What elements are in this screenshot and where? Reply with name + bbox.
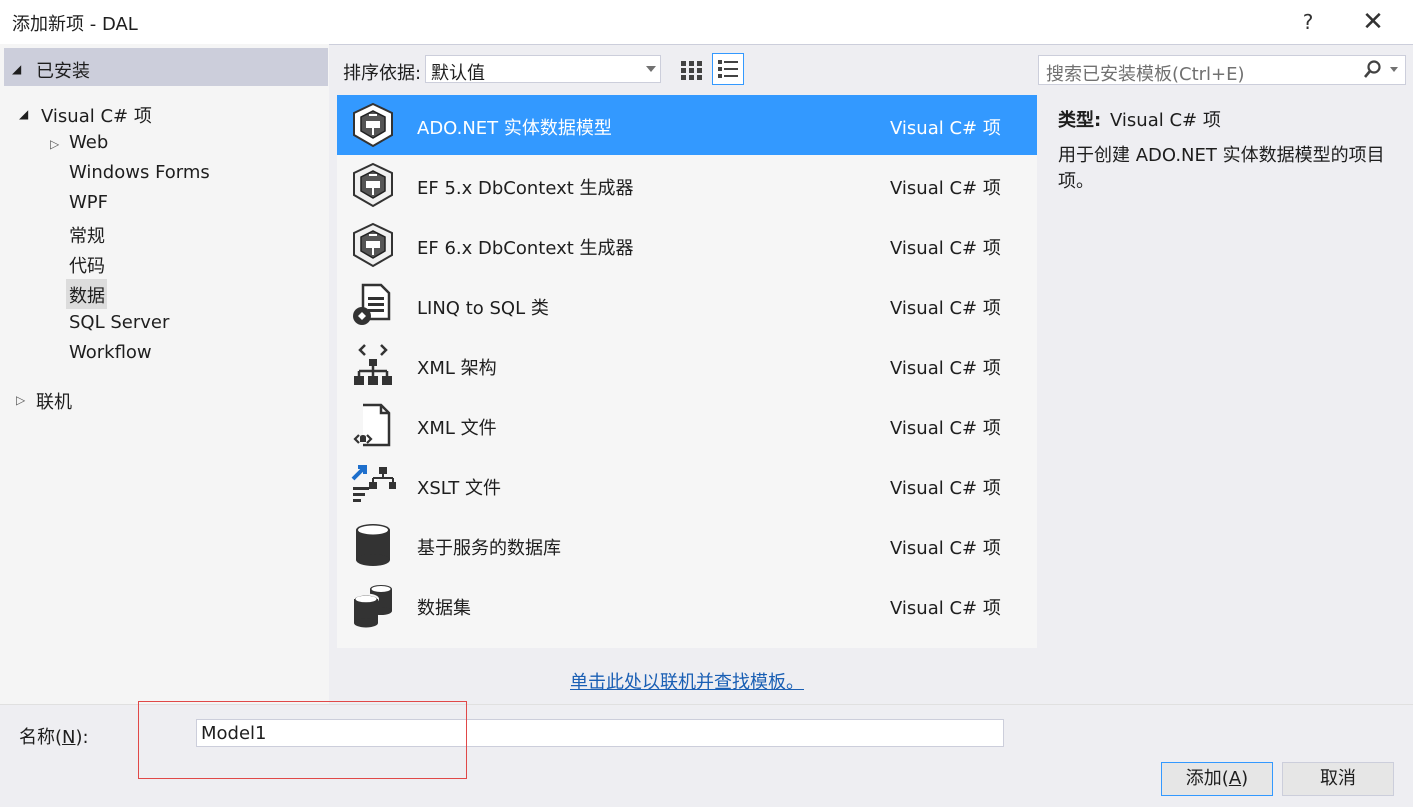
grid-icon [681,61,702,80]
template-kind: Visual C# 项 [890,538,1001,559]
type-value: Visual C# 项 [1110,110,1221,131]
template-kind: Visual C# 项 [890,598,1001,619]
expand-arrow-icon[interactable]: ▷ [50,137,59,151]
close-button[interactable]: ✕ [1355,6,1391,38]
small-icons-view-button[interactable] [677,55,707,85]
tree-item-data[interactable]: 数据 [69,282,105,308]
xml-file-icon [349,401,397,449]
tree-item-code[interactable]: 代码 [69,252,105,278]
list-view-button[interactable] [712,53,744,85]
add-button-key: A [1228,768,1242,789]
add-button[interactable]: 添加(A) [1161,762,1273,796]
name-label-key: N [62,727,76,748]
online-templates-link[interactable]: 单击此处以联机并查找模板。 [570,668,804,694]
template-kind: Visual C# 项 [890,118,1001,139]
list-icon [718,60,738,78]
entity-model-icon [349,221,397,269]
search-options-chevron-icon[interactable] [1390,67,1398,72]
cancel-button[interactable]: 取消 [1282,762,1394,796]
template-description: 用于创建 ADO.NET 实体数据模型的项目项。 [1058,145,1385,192]
template-name: 基于服务的数据库 [417,538,561,559]
title-bar [0,0,1413,44]
type-label: 类型: [1058,110,1102,131]
name-label: 名称(N): [19,723,89,749]
search-placeholder: 搜索已安装模板(Ctrl+E) [1046,64,1245,85]
xml-schema-icon [349,341,397,389]
tree-item-web[interactable]: Web [69,132,108,153]
tree-item-installed[interactable]: 已安装 [36,57,90,83]
template-kind: Visual C# 项 [890,298,1001,319]
add-button-suffix: ) [1241,768,1249,789]
tree-item-workflow[interactable]: Workflow [69,342,152,363]
linq-to-sql-icon [349,281,397,329]
collapse-arrow-icon[interactable]: ◢ [12,62,21,76]
template-name: 数据集 [417,598,471,619]
tree-item-online[interactable]: 联机 [36,388,72,414]
entity-model-icon [349,161,397,209]
window-title: 添加新项 - DAL [12,14,138,35]
chevron-down-icon[interactable] [646,66,656,72]
database-icon [349,521,397,569]
tree-item-windows-forms[interactable]: Windows Forms [69,162,210,183]
template-name: XML 文件 [417,418,497,439]
tree-item-wpf[interactable]: WPF [69,192,108,213]
name-label-suffix: ): [75,727,89,748]
template-name: XSLT 文件 [417,478,502,499]
collapse-arrow-icon[interactable]: ◢ [19,107,28,121]
tree-item-visual-csharp[interactable]: Visual C# 项 [41,102,152,128]
sort-dropdown-value: 默认值 [431,63,485,84]
dataset-icon [349,581,397,629]
template-kind: Visual C# 项 [890,238,1001,259]
sort-label: 排序依据: [343,63,422,84]
expand-arrow-icon[interactable]: ▷ [16,393,25,407]
search-icon[interactable] [1362,59,1384,86]
tree-item-general[interactable]: 常规 [69,222,105,248]
entity-model-icon [349,101,397,149]
xslt-file-icon [349,461,397,509]
template-kind: Visual C# 项 [890,418,1001,439]
name-label-prefix: 名称( [19,727,63,748]
magnifier-icon [1364,60,1381,78]
add-button-prefix: 添加( [1185,768,1229,789]
help-button[interactable]: ? [1290,8,1326,36]
template-name: EF 6.x DbContext 生成器 [417,238,634,259]
template-name: LINQ to SQL 类 [417,298,549,319]
template-name: EF 5.x DbContext 生成器 [417,178,634,199]
tree-item-sql-server[interactable]: SQL Server [69,312,169,333]
template-kind: Visual C# 项 [890,478,1001,499]
template-name: ADO.NET 实体数据模型 [417,118,612,139]
template-kind: Visual C# 项 [890,358,1001,379]
annotation-highlight-box [138,701,467,779]
template-kind: Visual C# 项 [890,178,1001,199]
template-name: XML 架构 [417,358,497,379]
